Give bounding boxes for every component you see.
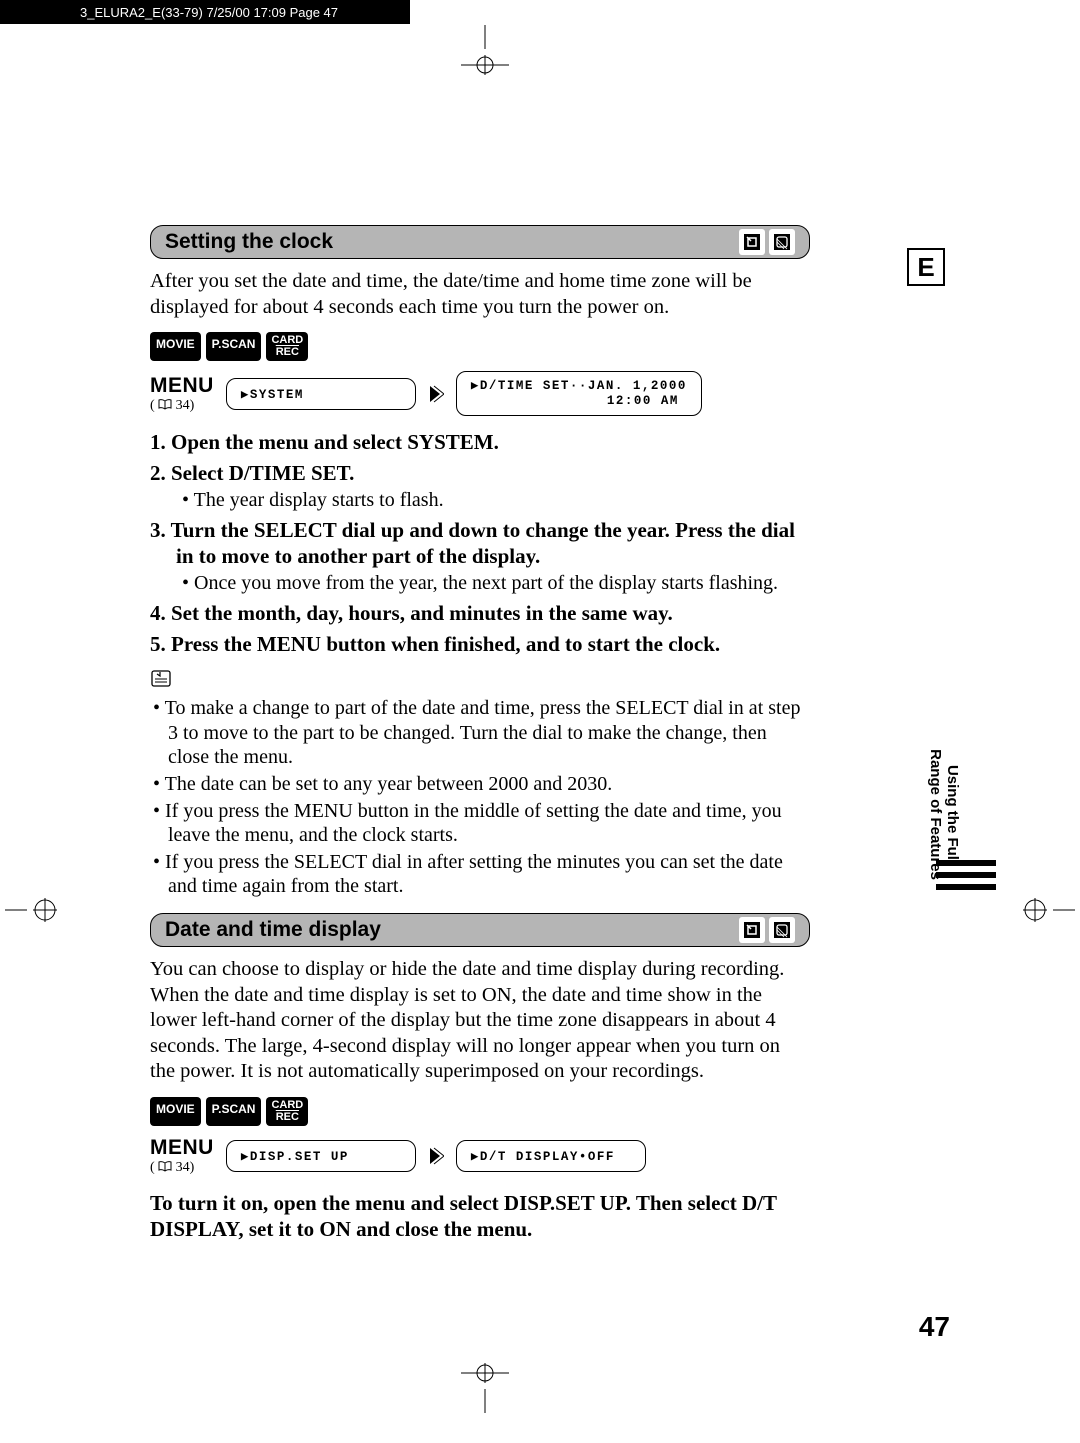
notes-block: To make a change to part of the date and… (150, 696, 810, 899)
forward-icon (428, 383, 444, 405)
book-icon (158, 1161, 172, 1172)
steps-list: Open the menu and select SYSTEM. Select … (150, 430, 810, 657)
section-heading-datetime: Date and time display (150, 913, 810, 947)
side-tab-line1: Using the Full (944, 765, 961, 864)
menu-dispsetup-box: ▶DISP.SET UP (226, 1140, 416, 1172)
page-number: 47 (919, 1311, 950, 1343)
intro-paragraph-2: You can choose to display or hide the da… (150, 957, 810, 1085)
crop-mark-bottom (455, 1353, 515, 1418)
book-icon (158, 399, 172, 410)
forward-icon (428, 1145, 444, 1167)
mode-movie: MOVIE (150, 1097, 201, 1126)
menu-page-ref: ( 34) (150, 398, 214, 414)
heading-icons-2 (739, 917, 795, 943)
menu-label-block: MENU ( 34) (150, 374, 214, 414)
camera-mode-icon (739, 229, 765, 255)
registration-mark-right (1010, 880, 1080, 940)
card-mode-icon (769, 229, 795, 255)
mode-card: CARD REC (266, 1097, 308, 1126)
print-job-text: 3_ELURA2_E(33-79) 7/25/00 17:09 Page 47 (80, 5, 338, 20)
mode-badges: MOVIE P.SCAN CARD REC (150, 332, 810, 361)
menu-system-box: ▶SYSTEM (226, 378, 416, 410)
menu-page-ref-2: ( 34) (150, 1160, 214, 1176)
card-mode-icon (769, 917, 795, 943)
section-title: Setting the clock (165, 230, 333, 254)
note-icon (150, 669, 810, 694)
step-2-sub: The year display starts to flash. (176, 488, 810, 512)
menu-path-row: MENU ( 34) ▶SYSTEM ▶D/TIME SET··JAN. 1,2… (150, 371, 810, 416)
dtime-line1: ▶D/TIME SET··JAN. 1,2000 (471, 379, 687, 393)
dtime-line2: 12:00 AM (471, 394, 687, 408)
registration-mark-left (0, 880, 70, 940)
note-1: To make a change to part of the date and… (168, 696, 810, 770)
note-4: If you press the SELECT dial in after se… (168, 850, 810, 899)
language-letter: E (917, 252, 934, 283)
crop-mark-top (455, 25, 515, 90)
menu-word-2: MENU (150, 1136, 214, 1160)
side-tab-line2: Range of Features (928, 749, 945, 880)
mode-badges-2: MOVIE P.SCAN CARD REC (150, 1097, 810, 1126)
mode-pscan: P.SCAN (206, 1097, 262, 1126)
step-2: Select D/TIME SET. The year display star… (150, 461, 810, 512)
heading-icons (739, 229, 795, 255)
camera-mode-icon (739, 917, 765, 943)
section-title-2: Date and time display (165, 918, 381, 942)
step-3-sub: Once you move from the year, the next pa… (176, 571, 810, 595)
step-5: Press the MENU button when finished, and… (150, 632, 810, 657)
side-chapter-label: Using the Full Range of Features (927, 749, 960, 880)
note-2: The date can be set to any year between … (168, 772, 810, 797)
step-1: Open the menu and select SYSTEM. (150, 430, 810, 455)
mode-movie: MOVIE (150, 332, 201, 361)
menu-dtime-box: ▶D/TIME SET··JAN. 1,2000 12:00 AM (456, 371, 702, 416)
language-tab: E (907, 248, 945, 286)
mode-pscan: P.SCAN (206, 332, 262, 361)
menu-label-block-2: MENU ( 34) (150, 1136, 214, 1176)
menu-dtdisplay-box: ▶D/T DISPLAY•OFF (456, 1140, 646, 1172)
mode-card: CARD REC (266, 332, 308, 361)
step-3: Turn the SELECT dial up and down to chan… (150, 518, 810, 594)
section-heading-clock: Setting the clock (150, 225, 810, 259)
note-3: If you press the MENU button in the midd… (168, 799, 810, 848)
print-job-header: 3_ELURA2_E(33-79) 7/25/00 17:09 Page 47 (0, 0, 410, 24)
menu-word: MENU (150, 374, 214, 398)
step-4: Set the month, day, hours, and minutes i… (150, 601, 810, 626)
menu-path-row-2: MENU ( 34) ▶DISP.SET UP ▶D/T DISPLAY•OFF (150, 1136, 810, 1176)
final-instruction: To turn it on, open the menu and select … (150, 1190, 810, 1243)
page-body: Setting the clock After you set the date… (150, 225, 810, 1243)
intro-paragraph: After you set the date and time, the dat… (150, 269, 810, 320)
